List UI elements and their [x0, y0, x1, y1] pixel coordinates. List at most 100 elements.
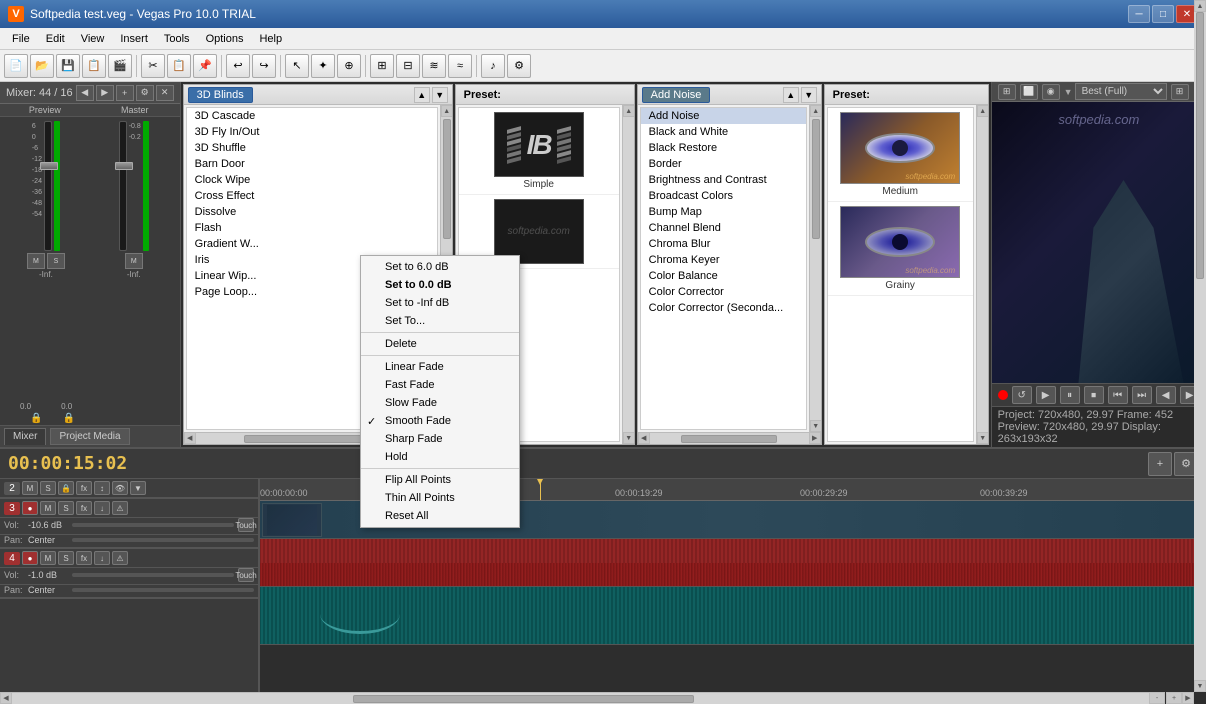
fx-item-color-corrector-sec[interactable]: Color Corrector (Seconda...	[641, 300, 806, 316]
preset-scroll-up-1[interactable]: ▲	[623, 105, 634, 117]
fx-item-bump-map[interactable]: Bump Map	[641, 204, 806, 220]
preview-solo[interactable]: S	[47, 253, 65, 269]
cut-button[interactable]: ✂	[141, 54, 165, 78]
preview-fader-knob[interactable]	[40, 162, 58, 170]
properties-button[interactable]: ⚙	[507, 54, 531, 78]
minimize-button[interactable]: ─	[1128, 5, 1150, 23]
hscroll-right-2[interactable]: ▶	[809, 432, 821, 444]
fx-item-3d-shuffle[interactable]: 3D Shuffle	[187, 140, 437, 156]
ctx-set-6db[interactable]: Set to 6.0 dB	[361, 258, 519, 276]
track-3-touch-btn[interactable]: Touch	[238, 518, 254, 532]
enable-snapping[interactable]: ⊞	[370, 54, 394, 78]
auto-ripple[interactable]: ≈	[448, 54, 472, 78]
track-3-pan-slider[interactable]	[72, 538, 254, 542]
master-fader-knob[interactable]	[115, 162, 133, 170]
track-3-fx[interactable]: fx	[76, 501, 92, 515]
track-4-rec[interactable]: ●	[22, 551, 38, 565]
track-4-fx[interactable]: fx	[76, 551, 92, 565]
fx-scroll-down-2[interactable]: ▼	[801, 87, 817, 103]
transport-prev[interactable]: ⏮	[1108, 386, 1128, 404]
fx-item-3d-cascade[interactable]: 3D Cascade	[187, 108, 437, 124]
fx-dropdown-1[interactable]: 3D Blinds	[188, 87, 253, 103]
fx-item-dissolve[interactable]: Dissolve	[187, 204, 437, 220]
tl-add-track[interactable]: +	[1148, 452, 1172, 476]
fx-scroll-up-2[interactable]: ▲	[783, 87, 799, 103]
track-4-arm[interactable]: ⚠	[112, 551, 128, 565]
track-3-arm[interactable]: ⚠	[112, 501, 128, 515]
scroll-thumb-1[interactable]	[443, 119, 451, 239]
transport-prev-frame[interactable]: ◀	[1156, 386, 1176, 404]
menu-help[interactable]: Help	[251, 28, 290, 49]
maximize-button[interactable]: □	[1152, 5, 1174, 23]
track-2-lock[interactable]: 🔒	[58, 481, 74, 495]
fx-item-black-restore[interactable]: Black Restore	[641, 140, 806, 156]
fx-scrollbar-2[interactable]: ▲ ▼	[809, 105, 821, 432]
fx-item-chroma-keyer[interactable]: Chroma Keyer	[641, 252, 806, 268]
ctx-flip-all[interactable]: Flip All Points	[361, 471, 519, 489]
ctx-delete[interactable]: Delete	[361, 335, 519, 353]
hscroll-left-2[interactable]: ◀	[638, 432, 650, 444]
ctx-reset-all[interactable]: Reset All	[361, 507, 519, 525]
tl-hscroll-right[interactable]: ▶	[1182, 692, 1194, 704]
track-2-solo[interactable]: S	[40, 481, 56, 495]
copy-button[interactable]: 📋	[167, 54, 191, 78]
new-button[interactable]: 📄	[4, 54, 28, 78]
menu-insert[interactable]: Insert	[112, 28, 156, 49]
quality-select[interactable]: Best (Full) Good (Half) Draft (Quarter)	[1075, 83, 1167, 100]
fx-item-add-noise[interactable]: Add Noise	[641, 108, 806, 124]
mixer-prev-btn[interactable]: ◀	[76, 85, 94, 101]
mixer-add-btn[interactable]: +	[116, 85, 134, 101]
track-2-more[interactable]: ▼	[130, 481, 146, 495]
preset-scroll-down-2[interactable]: ▼	[977, 432, 988, 444]
track-4-vol-slider[interactable]	[72, 573, 234, 577]
fx-item-gradient[interactable]: Gradient W...	[187, 236, 437, 252]
track-3-vol-slider[interactable]	[72, 523, 234, 527]
ctx-fast-fade[interactable]: Fast Fade	[361, 376, 519, 394]
ctx-set-to[interactable]: Set To...	[361, 312, 519, 330]
preset-scrollbar-1[interactable]: ▲ ▼	[622, 105, 634, 444]
menu-tools[interactable]: Tools	[156, 28, 198, 49]
preset-item-medium[interactable]: softpedia.com Medium	[828, 108, 973, 202]
preview-mute[interactable]: M	[27, 253, 45, 269]
fx-item-channel-blend[interactable]: Channel Blend	[641, 220, 806, 236]
fx-item-black-white[interactable]: Black and White	[641, 124, 806, 140]
timeline-vscrollbar[interactable]: ▲ ▼	[1194, 479, 1206, 692]
mixer-next-btn[interactable]: ▶	[96, 85, 114, 101]
tab-mixer[interactable]: Mixer	[4, 428, 46, 445]
preset-item-grainy[interactable]: softpedia.com Grainy	[828, 202, 973, 296]
master-mute[interactable]: M	[125, 253, 143, 269]
redo-button[interactable]: ↪	[252, 54, 276, 78]
tool-select[interactable]: ↖	[285, 54, 309, 78]
track-2-fx[interactable]: fx	[76, 481, 92, 495]
fx-item-color-balance[interactable]: Color Balance	[641, 268, 806, 284]
mixer-close-btn[interactable]: ✕	[156, 85, 174, 101]
transport-pause[interactable]: ⏸	[1060, 386, 1080, 404]
ctx-thin-all[interactable]: Thin All Points	[361, 489, 519, 507]
preset-scroll-up-2[interactable]: ▲	[977, 105, 988, 117]
tab-project-media[interactable]: Project Media	[50, 428, 129, 445]
preset-scrollbar-2[interactable]: ▲ ▼	[976, 105, 988, 444]
fx-item-color-corrector[interactable]: Color Corrector	[641, 284, 806, 300]
transport-loop[interactable]: ↺	[1012, 386, 1032, 404]
menu-view[interactable]: View	[73, 28, 113, 49]
ctx-sharp-fade[interactable]: Sharp Fade	[361, 430, 519, 448]
open-button[interactable]: 📂	[30, 54, 54, 78]
mixer-toggle[interactable]: ♪	[481, 54, 505, 78]
tool-envelope[interactable]: ✦	[311, 54, 335, 78]
tl-vscroll-down[interactable]: ▼	[1194, 680, 1206, 692]
vp-circle-btn[interactable]: ◉	[1042, 84, 1060, 100]
save-button[interactable]: 💾	[56, 54, 80, 78]
mixer-settings-btn[interactable]: ⚙	[136, 85, 154, 101]
menu-file[interactable]: File	[4, 28, 38, 49]
tool-zoom[interactable]: ⊕	[337, 54, 361, 78]
fx-item-cross-effect[interactable]: Cross Effect	[187, 188, 437, 204]
scroll-down-btn-2[interactable]: ▼	[810, 420, 821, 432]
fx-item-broadcast-colors[interactable]: Broadcast Colors	[641, 188, 806, 204]
undo-button[interactable]: ↩	[226, 54, 250, 78]
fx-item-chroma-blur[interactable]: Chroma Blur	[641, 236, 806, 252]
render-button[interactable]: 🎬	[108, 54, 132, 78]
track-3-solo[interactable]: S	[58, 501, 74, 515]
transport-next[interactable]: ⏭	[1132, 386, 1152, 404]
menu-options[interactable]: Options	[198, 28, 252, 49]
ctx-smooth-fade[interactable]: Smooth Fade	[361, 412, 519, 430]
